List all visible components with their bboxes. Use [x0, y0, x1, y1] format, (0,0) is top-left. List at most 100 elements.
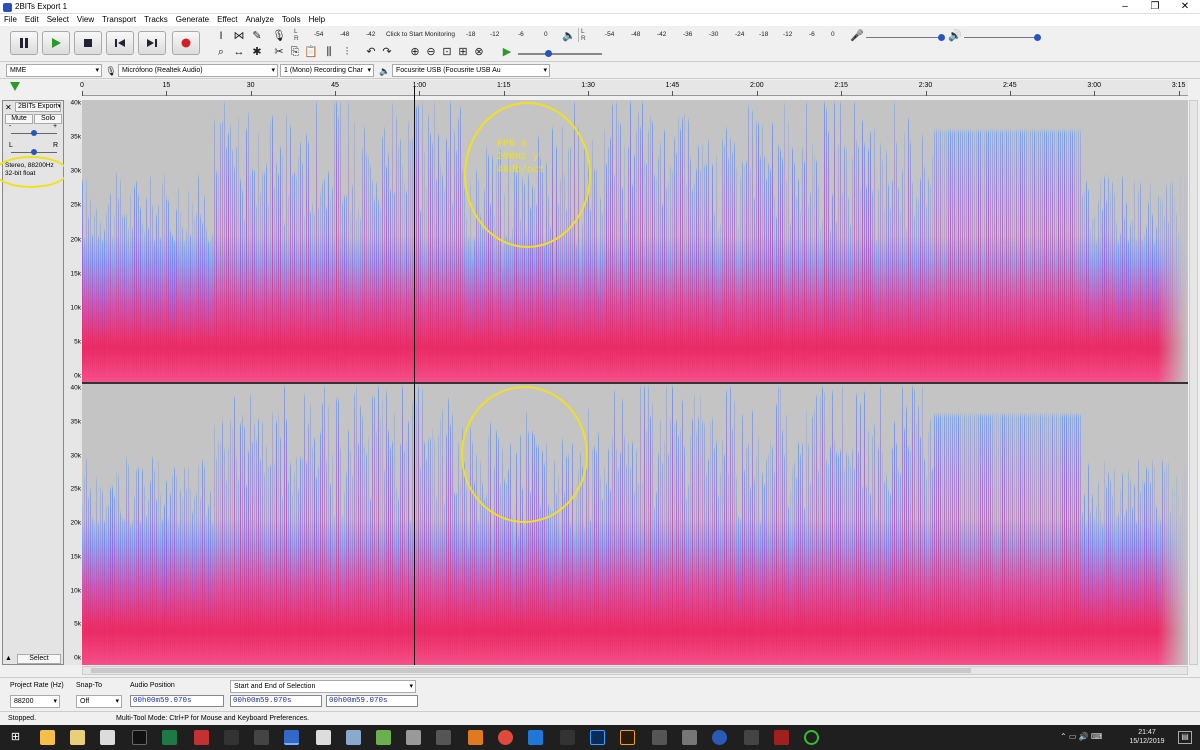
close-button[interactable]: ✕	[1170, 0, 1200, 14]
calculator-icon[interactable]	[316, 730, 331, 745]
audacity-taskbar-icon[interactable]	[284, 730, 299, 745]
playback-device-select[interactable]: Focusrite USB (Focusrite USB Au ▾	[392, 64, 550, 77]
recording-device-select[interactable]: Micrófono (Realtek Audio) ▾	[118, 64, 278, 77]
menu-analyze[interactable]: Analyze	[245, 14, 273, 26]
folder-icon[interactable]	[70, 730, 85, 745]
tray-icons[interactable]: ⌃ ▭ 🔊 ⌨	[1060, 732, 1102, 741]
monitor-hint[interactable]: Click to Start Monitoring	[386, 31, 455, 38]
file-explorer-icon[interactable]	[40, 730, 55, 745]
play-speed-thumb[interactable]	[545, 50, 552, 57]
fit-project-icon[interactable]: ⊞	[456, 45, 470, 59]
playback-volume-thumb[interactable]	[1034, 34, 1041, 41]
zoom-in-icon[interactable]: ⊕	[408, 45, 422, 59]
chrome-icon[interactable]	[498, 730, 513, 745]
app-icon-3[interactable]	[406, 730, 421, 745]
spectrogram-left-channel[interactable]	[82, 100, 1188, 382]
menu-select[interactable]: Select	[47, 14, 69, 26]
minimize-button[interactable]: –	[1110, 0, 1140, 14]
record-button[interactable]	[172, 31, 200, 55]
record-volume-thumb[interactable]	[938, 34, 945, 41]
taskbar-clock[interactable]: 21:47 15/12/2019	[1124, 728, 1170, 746]
notification-icon[interactable]: ▤	[1178, 731, 1192, 744]
snap-to-select[interactable]: Off ▾	[76, 695, 122, 708]
project-rate-select[interactable]: 88200 ▾	[10, 695, 60, 708]
collapse-icon[interactable]: ▲	[5, 655, 12, 662]
menu-generate[interactable]: Generate	[176, 14, 209, 26]
track-name-menu[interactable]: 2BITs Export▾	[15, 102, 61, 112]
play-speed-slider[interactable]	[518, 53, 602, 55]
selection-start-field[interactable]: 00h00m59.070s	[230, 695, 322, 707]
paste-icon[interactable]: 📋	[304, 45, 318, 59]
envelope-tool-icon[interactable]: ⋈	[232, 29, 246, 43]
selection-mode-select[interactable]: Start and End of Selection ▾	[230, 680, 416, 693]
redo-icon[interactable]: ↷	[380, 45, 394, 59]
app-icon-4[interactable]	[436, 730, 451, 745]
menu-file[interactable]: File	[4, 14, 17, 26]
chart-app-icon[interactable]	[224, 730, 239, 745]
audio-position-field[interactable]: 00h00m59.070s	[130, 695, 224, 707]
menu-transport[interactable]: Transport	[102, 14, 136, 26]
zoom-out-icon[interactable]: ⊖	[424, 45, 438, 59]
spectrogram-right-channel[interactable]	[82, 384, 1188, 665]
record-volume-slider[interactable]	[866, 37, 942, 38]
photoshop-icon[interactable]	[590, 730, 605, 745]
record-meter-mic-icon[interactable]: 🎙	[272, 29, 286, 43]
playback-meter[interactable]: L R -54 -48 -42 -36 -30 -24 -18 -12 -6 0	[578, 28, 838, 42]
app-icon-10[interactable]	[774, 730, 789, 745]
app-icon-11[interactable]	[804, 730, 819, 745]
track-close-icon[interactable]: ✕	[5, 103, 12, 112]
menu-tracks[interactable]: Tracks	[144, 14, 168, 26]
play-head-arrow-icon[interactable]	[10, 82, 20, 91]
edge-icon[interactable]	[528, 730, 543, 745]
app-icon-1[interactable]	[254, 730, 269, 745]
app-icon-5[interactable]	[560, 730, 575, 745]
app-icon-8[interactable]	[712, 730, 727, 745]
terminal-icon[interactable]	[132, 730, 147, 745]
selection-tool-icon[interactable]: I	[214, 29, 228, 43]
7zip-icon[interactable]	[100, 730, 115, 745]
multi-tool-icon[interactable]: ✱	[250, 45, 264, 59]
excel-icon[interactable]	[162, 730, 177, 745]
notepad-icon[interactable]	[376, 730, 391, 745]
skip-to-end-button[interactable]	[138, 31, 166, 55]
timeshift-tool-icon[interactable]: ↔	[232, 45, 246, 59]
pan-slider-thumb[interactable]	[31, 149, 37, 155]
zoom-toggle-icon[interactable]: ⊗	[472, 45, 486, 59]
undo-icon[interactable]: ↶	[364, 45, 378, 59]
cut-icon[interactable]: ✂	[272, 45, 286, 59]
gain-slider-thumb[interactable]	[31, 130, 37, 136]
app-icon-7[interactable]	[682, 730, 697, 745]
pdf-icon[interactable]	[194, 730, 209, 745]
maximize-button[interactable]: ❐	[1140, 0, 1170, 14]
silence-audio-icon[interactable]: ⫶	[340, 45, 354, 59]
menu-help[interactable]: Help	[309, 14, 325, 26]
stop-button[interactable]	[74, 31, 102, 55]
menu-tools[interactable]: Tools	[282, 14, 301, 26]
draw-tool-icon[interactable]: ✎	[250, 29, 264, 43]
bridge-icon[interactable]	[620, 730, 635, 745]
app-icon-9[interactable]	[744, 730, 759, 745]
menu-view[interactable]: View	[77, 14, 94, 26]
skip-to-start-button[interactable]	[106, 31, 134, 55]
trim-audio-icon[interactable]: ⫼	[322, 45, 336, 59]
copy-icon[interactable]: ⎘	[288, 45, 302, 59]
play-at-speed-icon[interactable]: ▶	[500, 45, 514, 59]
menu-edit[interactable]: Edit	[25, 14, 39, 26]
playback-volume-slider[interactable]	[964, 37, 1040, 38]
app-icon-6[interactable]	[652, 730, 667, 745]
speaker-icon[interactable]: 🔈	[562, 29, 576, 43]
horizontal-scrollbar[interactable]	[82, 666, 1188, 675]
blender-icon[interactable]	[468, 730, 483, 745]
horizontal-scroll-thumb[interactable]	[91, 668, 971, 673]
selection-end-field[interactable]: 00h00m59.070s	[326, 695, 418, 707]
pause-button[interactable]	[10, 31, 38, 55]
fit-selection-icon[interactable]: ⊡	[440, 45, 454, 59]
select-track-button[interactable]: Select	[17, 654, 61, 664]
zoom-tool-icon[interactable]: ⌕	[214, 45, 228, 59]
audio-host-select[interactable]: MME ▾	[6, 64, 102, 77]
app-icon-2[interactable]	[346, 730, 361, 745]
recording-channels-select[interactable]: 1 (Mono) Recording Char ▾	[280, 64, 374, 77]
menu-effect[interactable]: Effect	[217, 14, 237, 26]
windows-start-icon[interactable]: ⊞	[8, 730, 23, 745]
play-button[interactable]	[42, 31, 70, 55]
